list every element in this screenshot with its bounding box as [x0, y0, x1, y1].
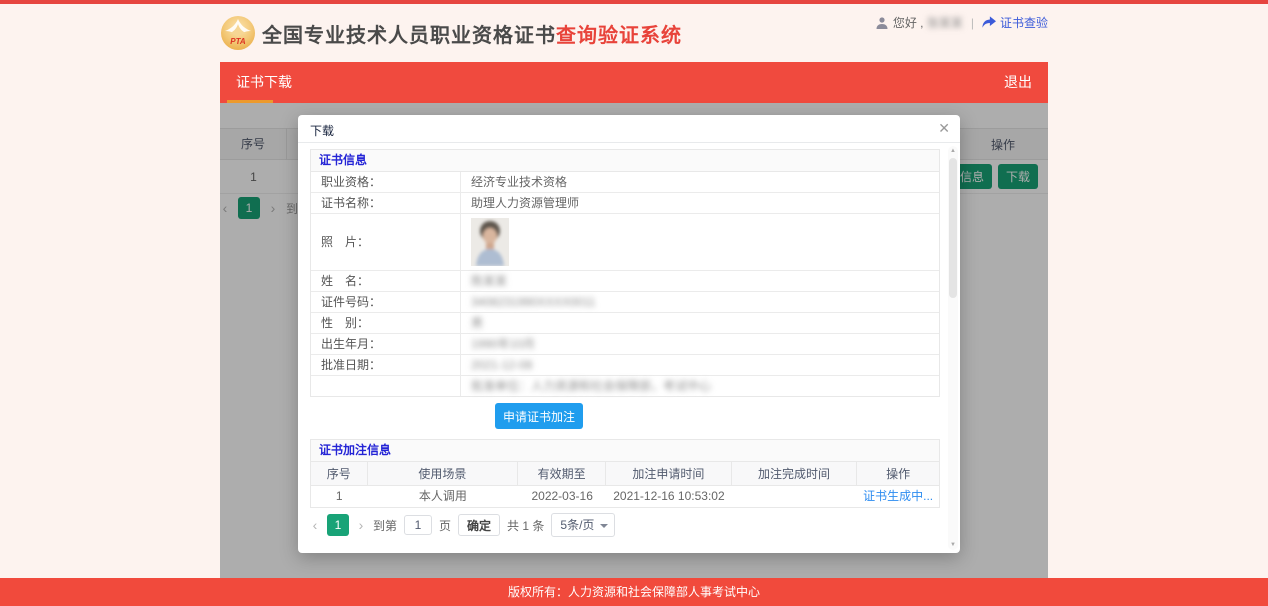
annotation-section-title: 证书加注信息: [311, 440, 939, 462]
col-apply-time: 加注申请时间: [606, 462, 732, 486]
annotation-table-row: 1 本人调用 2022-03-16 2021-12-16 10:53:02 证书…: [311, 486, 939, 507]
user-name: 张某某: [927, 14, 963, 31]
cert-info-section-title: 证书信息: [311, 150, 939, 172]
info-row-photo: 照 片：: [311, 214, 939, 271]
confirm-button[interactable]: 确定: [458, 514, 500, 536]
user-icon: [875, 16, 889, 30]
next-page-arrow[interactable]: ›: [356, 517, 366, 533]
info-row-qualification: 职业资格： 经济专业技术资格: [311, 172, 939, 193]
download-modal: 下载 ✕ 证书信息 职业资格： 经济专业技术资格 证书名称： 助理人力资源管理师…: [298, 115, 960, 553]
total-count: 共 1 条: [507, 517, 544, 534]
cert-verify-link[interactable]: 证书查验: [982, 14, 1048, 31]
share-arrow-icon: [982, 16, 996, 29]
col-valid-until: 有效期至: [518, 462, 606, 486]
modal-scrollbar[interactable]: ▲ ▼: [948, 146, 958, 550]
info-row-id-number: 证件号码： 3408231990XXXX0011: [311, 292, 939, 313]
page-header: PTA 全国专业技术人员职业资格证书查询验证系统 您好 , 张某某 | 证书查验: [0, 4, 1268, 62]
greeting-text: 您好 ,: [893, 14, 924, 31]
brand: PTA 全国专业技术人员职业资格证书查询验证系统: [220, 15, 682, 51]
info-row-birth: 出生年月： 1990年10月: [311, 334, 939, 355]
goto-label: 到第: [373, 517, 397, 534]
info-row-cert-name: 证书名称： 助理人力资源管理师: [311, 193, 939, 214]
copyright-text: 版权所有：人力资源和社会保障部人事考试中心: [508, 585, 760, 599]
col-usage-scene: 使用场景: [368, 462, 519, 486]
col-index: 序号: [311, 462, 368, 486]
user-box: 您好 , 张某某 | 证书查验: [875, 14, 1048, 31]
page-footer: 版权所有：人力资源和社会保障部人事考试中心: [0, 578, 1268, 606]
chevron-down-icon: [600, 524, 608, 528]
modal-title: 下载: [310, 124, 334, 138]
cert-info-section: 证书信息 职业资格： 经济专业技术资格 证书名称： 助理人力资源管理师 照 片：: [310, 149, 940, 397]
prev-page-arrow[interactable]: ‹: [310, 517, 320, 533]
scroll-down-icon[interactable]: ▼: [948, 542, 958, 548]
page-label: 页: [439, 517, 451, 534]
svg-text:PTA: PTA: [230, 37, 246, 46]
goto-page-input[interactable]: [404, 515, 432, 535]
page-number-active[interactable]: 1: [327, 514, 349, 536]
info-row-name: 姓 名： 陈某某: [311, 271, 939, 292]
modal-header: 下载 ✕: [298, 115, 960, 143]
certificate-photo: [471, 218, 509, 266]
info-row-gender: 性 别： 男: [311, 313, 939, 334]
separator: |: [971, 16, 974, 30]
col-complete-time: 加注完成时间: [732, 462, 858, 486]
logout-button[interactable]: 退出: [1004, 62, 1032, 103]
pta-logo-icon: PTA: [220, 15, 256, 51]
annotation-table-header: 序号 使用场景 有效期至 加注申请时间 加注完成时间 操作: [311, 462, 939, 486]
scroll-up-icon[interactable]: ▲: [948, 148, 958, 154]
close-icon[interactable]: ✕: [938, 120, 950, 136]
site-title: 全国专业技术人员职业资格证书: [262, 19, 556, 48]
annotation-pagination: ‹ 1 › 到第 页 确定 共 1 条 5条/页: [310, 513, 940, 537]
apply-annotation-button[interactable]: 申请证书加注: [495, 403, 583, 429]
site-title-accent: 查询验证系统: [556, 19, 682, 48]
main-nav: 证书下载 退出: [0, 62, 1268, 103]
info-row-approve-date: 批准日期： 2021-12-08: [311, 355, 939, 376]
annotation-section: 证书加注信息 序号 使用场景 有效期至 加注申请时间 加注完成时间 操作 1 本…: [310, 439, 940, 508]
tab-cert-download[interactable]: 证书下载: [220, 62, 308, 103]
scrollbar-thumb[interactable]: [949, 158, 957, 298]
col-action: 操作: [857, 462, 939, 486]
page-size-select[interactable]: 5条/页: [551, 513, 615, 537]
cert-generating-link[interactable]: 证书生成中...: [857, 486, 939, 507]
info-row-issuer: 批准单位：人力资源和社会保障部，考试中心: [311, 376, 939, 396]
modal-body: 证书信息 职业资格： 经济专业技术资格 证书名称： 助理人力资源管理师 照 片：: [298, 143, 960, 552]
